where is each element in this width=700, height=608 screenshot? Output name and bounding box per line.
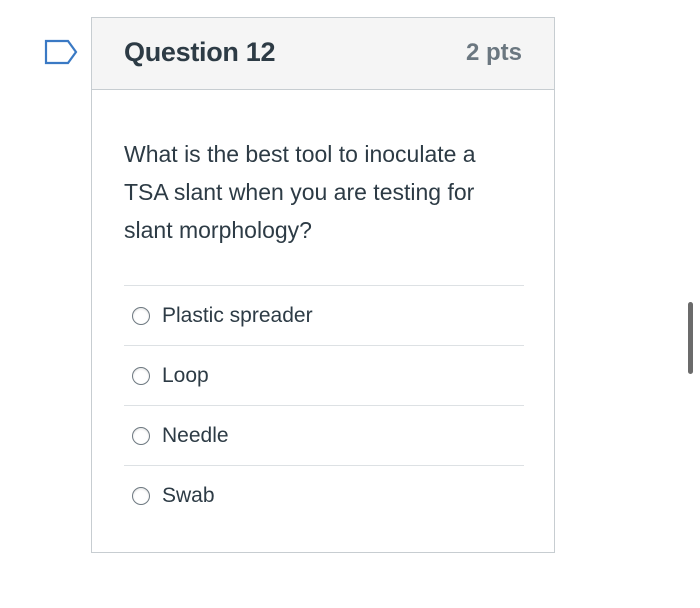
answer-option[interactable]: Needle: [124, 405, 524, 465]
answer-label[interactable]: Needle: [162, 424, 229, 448]
radio-button[interactable]: [132, 486, 150, 505]
radio-button[interactable]: [132, 426, 150, 445]
question-title: Question 12: [124, 37, 276, 67]
answer-label[interactable]: Plastic spreader: [162, 304, 313, 328]
answer-label[interactable]: Swab: [162, 484, 215, 508]
flag-question-icon[interactable]: [44, 39, 78, 65]
answer-option[interactable]: Loop: [124, 345, 524, 405]
radio-button[interactable]: [132, 306, 150, 325]
question-card: Question 12 2 pts What is the best tool …: [91, 17, 555, 553]
answer-option[interactable]: Plastic spreader: [124, 285, 524, 345]
question-points: 2 pts: [465, 39, 522, 66]
answer-list: Plastic spreader Loop Needle Swab: [124, 285, 524, 525]
radio-button[interactable]: [132, 366, 150, 385]
scroll-indicator[interactable]: [688, 302, 693, 374]
question-text: What is the best tool to inoculate a TSA…: [124, 141, 476, 243]
answer-label[interactable]: Loop: [162, 364, 209, 388]
answer-option[interactable]: Swab: [124, 465, 524, 525]
question-header: Question 12 2 pts: [92, 18, 554, 90]
